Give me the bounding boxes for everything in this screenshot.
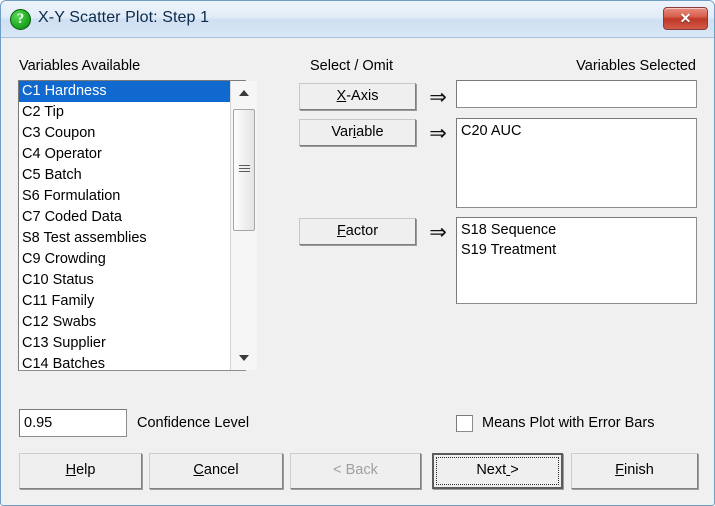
select-omit-label: Select / Omit	[310, 58, 393, 74]
accelerator-char: F	[336, 223, 346, 239]
confidence-level-label: Confidence Level	[137, 415, 250, 431]
x-axis-selected-box[interactable]	[456, 80, 697, 108]
means-plot-label: Means Plot with Error Bars	[482, 415, 655, 431]
factor-button[interactable]: Factor	[299, 218, 416, 245]
list-item[interactable]: C7 Coded Data	[19, 207, 245, 228]
dialog-window: ? X-Y Scatter Plot: Step 1 ✕ Variables A…	[0, 0, 715, 506]
list-item[interactable]: S18 Sequence	[461, 220, 692, 240]
back-button: < Back	[290, 453, 421, 489]
list-item[interactable]: C11 Family	[19, 291, 245, 312]
question-mark-icon: ?	[10, 9, 31, 30]
list-item[interactable]: C12 Swabs	[19, 312, 245, 333]
title-bar: ? X-Y Scatter Plot: Step 1 ✕	[1, 1, 714, 38]
variables-available-scrollbar[interactable]	[230, 81, 257, 370]
list-item[interactable]: C5 Batch	[19, 165, 245, 186]
scrollbar-grip-icon	[239, 165, 250, 174]
accelerator-char: X	[336, 88, 347, 104]
accelerator-char: C	[193, 462, 204, 478]
focus-ring	[436, 457, 559, 485]
list-item[interactable]: S6 Formulation	[19, 186, 245, 207]
close-icon: ✕	[679, 10, 692, 26]
scroll-down-arrow-icon[interactable]	[231, 346, 257, 370]
factor-selected-box[interactable]: S18 Sequence S19 Treatment	[456, 217, 697, 304]
list-item[interactable]: C9 Crowding	[19, 249, 245, 270]
list-item[interactable]: C20 AUC	[461, 121, 692, 141]
variable-selected-box[interactable]: C20 AUC	[456, 118, 697, 208]
scrollbar-thumb[interactable]	[233, 109, 255, 231]
scroll-up-arrow-icon[interactable]	[231, 81, 257, 105]
cancel-button[interactable]: Cancel	[149, 453, 283, 489]
next-button[interactable]: Next >	[432, 453, 563, 489]
finish-button[interactable]: Finish	[571, 453, 698, 489]
variable-button[interactable]: Variable	[299, 119, 416, 146]
list-item[interactable]: C13 Supplier	[19, 333, 245, 354]
variables-selected-label: Variables Selected	[576, 58, 696, 74]
confidence-level-input[interactable]: 0.95	[19, 409, 127, 437]
variables-available-list[interactable]: C1 Hardness C2 Tip C3 Coupon C4 Operator C5 …	[18, 80, 246, 371]
accelerator-char: H	[65, 462, 77, 478]
list-item[interactable]: C2 Tip	[19, 102, 245, 123]
list-item[interactable]: C1 Hardness	[19, 81, 245, 102]
list-item[interactable]: C14 Batches	[19, 354, 245, 370]
accelerator-char: i	[352, 124, 357, 140]
accelerator-char: F	[615, 462, 625, 478]
window-title: X-Y Scatter Plot: Step 1	[38, 9, 210, 26]
accelerator-char	[506, 462, 510, 478]
list-item[interactable]: C4 Operator	[19, 144, 245, 165]
variables-available-label: Variables Available	[19, 58, 141, 74]
x-axis-button[interactable]: X-Axis	[299, 83, 416, 110]
close-button[interactable]: ✕	[663, 7, 708, 30]
help-button[interactable]: Help	[19, 453, 142, 489]
x-axis-transfer-arrow-icon: ⇒	[429, 85, 447, 109]
means-plot-checkbox[interactable]	[456, 415, 473, 432]
list-item[interactable]: C3 Coupon	[19, 123, 245, 144]
variable-transfer-arrow-icon: ⇒	[429, 121, 447, 145]
factor-transfer-arrow-icon: ⇒	[429, 220, 447, 244]
list-item[interactable]: C10 Status	[19, 270, 245, 291]
list-item[interactable]: S8 Test assemblies	[19, 228, 245, 249]
list-item[interactable]: S19 Treatment	[461, 240, 692, 260]
